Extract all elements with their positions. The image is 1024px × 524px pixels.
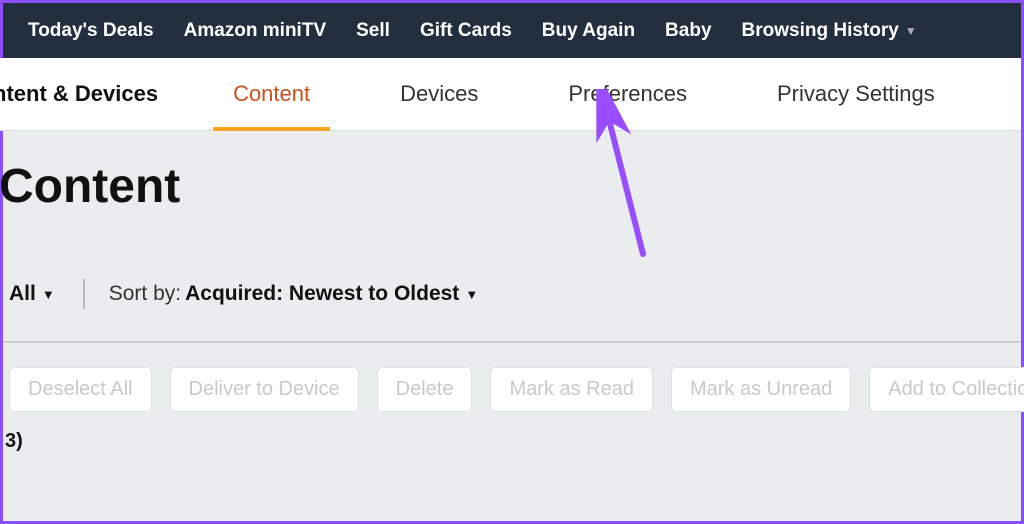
tab-preferences[interactable]: Preferences [548, 58, 707, 131]
nav-label: Today's Deals [28, 20, 154, 42]
tabbar: ntent & Devices Content Devices Preferen… [0, 58, 1021, 131]
filter-all-label: All [9, 282, 36, 306]
deliver-to-device-button[interactable]: Deliver to Device [170, 367, 359, 412]
chevron-down-icon: ▼ [42, 287, 55, 302]
mark-as-unread-button[interactable]: Mark as Unread [671, 367, 851, 412]
tab-devices[interactable]: Devices [380, 58, 498, 131]
tab-content[interactable]: Content [213, 58, 330, 131]
add-to-collection-button[interactable]: Add to Collection [869, 367, 1024, 412]
tab-label: Content [233, 81, 310, 107]
section-title: ntent & Devices [0, 81, 188, 107]
filter-row: All ▼ Sort by: Acquired: Newest to Oldes… [3, 214, 1021, 309]
tab-label: Devices [400, 81, 478, 107]
nav-todays-deals[interactable]: Today's Deals [13, 3, 169, 58]
mark-as-read-button[interactable]: Mark as Read [490, 367, 653, 412]
delete-button[interactable]: Delete [377, 367, 473, 412]
sort-dropdown[interactable]: Acquired: Newest to Oldest ▼ [185, 282, 478, 306]
nav-gift-cards[interactable]: Gift Cards [405, 3, 527, 58]
nav-amazon-minitv[interactable]: Amazon miniTV [169, 3, 342, 58]
count-fragment: 3) [3, 412, 1021, 453]
nav-browsing-history[interactable]: Browsing History ▼ [727, 3, 932, 58]
action-bar: Deselect All Deliver to Device Delete Ma… [3, 343, 1021, 412]
nav-label: Browsing History [742, 20, 899, 42]
tab-privacy-settings[interactable]: Privacy Settings [757, 58, 955, 131]
nav-label: Amazon miniTV [184, 20, 327, 42]
nav-label: Gift Cards [420, 20, 512, 42]
chevron-down-icon: ▼ [465, 287, 478, 302]
deselect-all-button[interactable]: Deselect All [9, 367, 152, 412]
page-title: Content [0, 131, 1021, 214]
filter-all-dropdown[interactable]: All ▼ [9, 282, 75, 306]
nav-label: Buy Again [542, 20, 635, 42]
nav-label: Baby [665, 20, 711, 42]
main-content: Content All ▼ Sort by: Acquired: Newest … [3, 131, 1021, 521]
nav-baby[interactable]: Baby [650, 3, 726, 58]
nav-buy-again[interactable]: Buy Again [527, 3, 650, 58]
chevron-down-icon: ▼ [905, 24, 917, 38]
sort-value-label: Acquired: Newest to Oldest [185, 282, 459, 306]
vertical-divider [83, 279, 85, 309]
nav-label: Sell [356, 20, 390, 42]
top-nav: Today's Deals Amazon miniTV Sell Gift Ca… [3, 3, 1021, 58]
tab-label: Preferences [568, 81, 687, 107]
nav-sell[interactable]: Sell [341, 3, 405, 58]
tab-label: Privacy Settings [777, 81, 935, 107]
sort-by-label: Sort by: [109, 282, 181, 306]
